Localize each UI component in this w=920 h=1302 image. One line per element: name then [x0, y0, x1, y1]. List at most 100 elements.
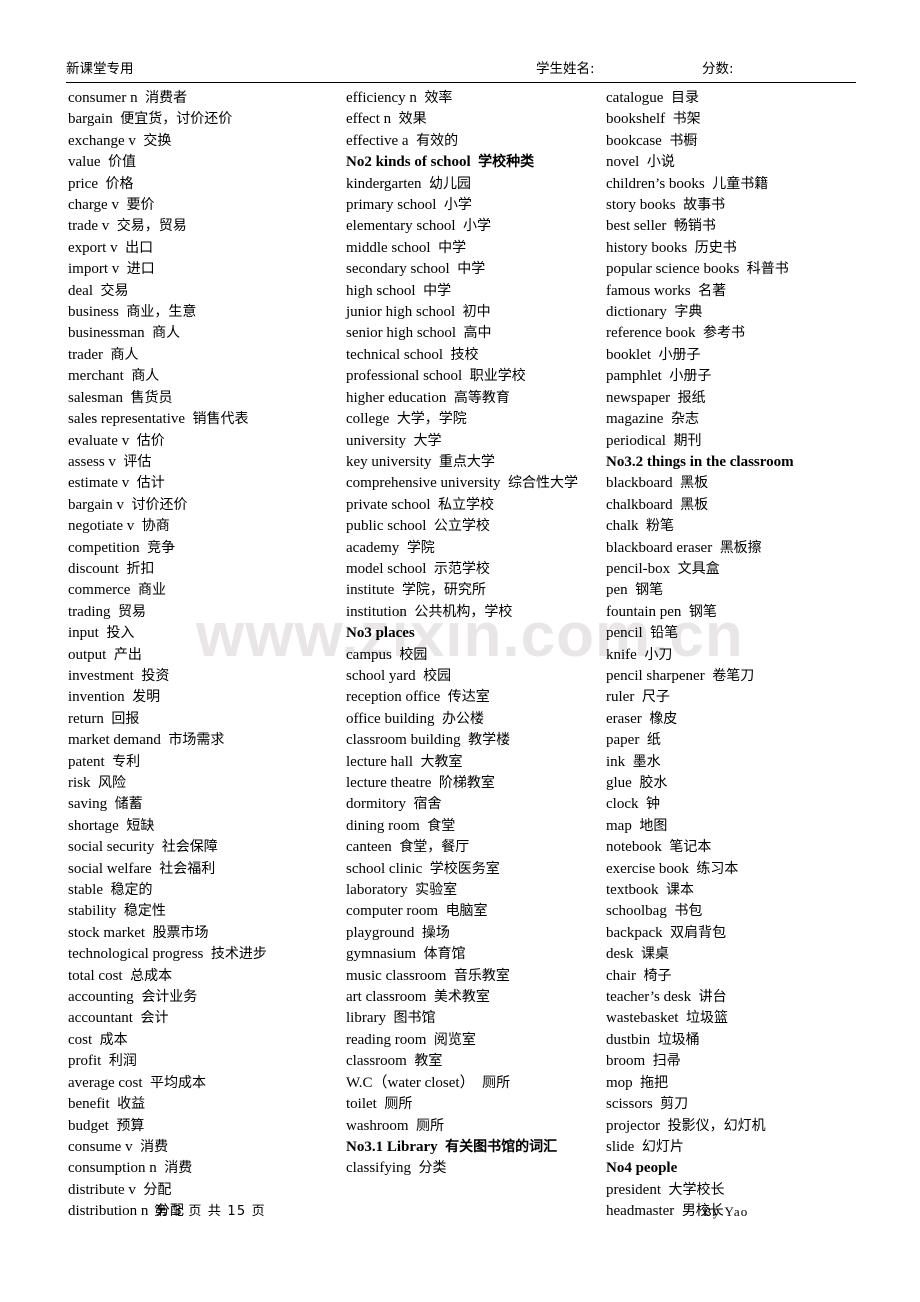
vocabulary-entry: library 图书馆 — [346, 1008, 598, 1029]
entry-chinese: 校园 — [423, 667, 452, 684]
entry-chinese: 讲台 — [698, 989, 727, 1006]
entry-english: No3.1 Library — [346, 1138, 438, 1155]
vocabulary-entry: trading 贸易 — [68, 602, 330, 623]
entry-english: blackboard eraser — [606, 539, 713, 556]
entry-chinese: 杂志 — [670, 411, 699, 428]
entry-gap — [134, 518, 142, 534]
vocabulary-entry: return 回报 — [68, 709, 330, 730]
vocabulary-entry: clock 钟 — [606, 794, 876, 815]
entry-english: clock — [606, 796, 639, 813]
entry-chinese: 食堂 — [427, 817, 456, 834]
entry-english: benefit — [68, 1096, 110, 1113]
entry-gap — [676, 197, 684, 213]
vocabulary-entry: scissors 剪刀 — [606, 1094, 876, 1115]
entry-chinese: 幼儿园 — [429, 175, 472, 192]
entry-gap — [426, 1032, 434, 1048]
entry-chinese: 笔记本 — [669, 839, 712, 856]
entry-english: paper — [606, 732, 640, 749]
entry-english: shortage — [68, 817, 119, 834]
entry-chinese: 厕所 — [482, 1074, 511, 1091]
entry-chinese: 销售代表 — [192, 411, 249, 428]
entry-chinese: 社会保障 — [161, 839, 218, 856]
vocabulary-entry: laboratory 实验室 — [346, 880, 598, 901]
vocabulary-entry: dormitory 宿舍 — [346, 794, 598, 815]
entry-english: technological progress — [68, 946, 204, 963]
entry-chinese: 大学，学院 — [396, 411, 467, 428]
entry-gap — [634, 1139, 642, 1155]
entry-gap — [409, 133, 417, 149]
entry-chinese: 短缺 — [126, 817, 155, 834]
vocabulary-entry: consumer n 消费者 — [68, 88, 330, 109]
entry-chinese: 商人 — [131, 368, 160, 385]
vocabulary-entry: social security 社会保障 — [68, 837, 330, 858]
entry-chinese: 效率 — [424, 90, 453, 106]
vocabulary-entry: dining room 食堂 — [346, 816, 598, 837]
vocabulary-entry: toilet 厕所 — [346, 1094, 598, 1115]
entry-gap — [145, 925, 153, 941]
entry-chinese: 综合性大学 — [508, 475, 579, 492]
entry-english: campus — [346, 646, 392, 663]
entry-chinese: 阅览室 — [433, 1031, 476, 1048]
vocabulary-entry: knife 小刀 — [606, 645, 876, 666]
entry-chinese: 大学 — [413, 432, 442, 449]
entry-english: president — [606, 1181, 661, 1198]
vocabulary-entry: input 投入 — [68, 623, 330, 644]
vocabulary-entry: campus 校园 — [346, 645, 598, 666]
entry-gap — [116, 903, 124, 919]
vocabulary-entry: pen 钢笔 — [606, 580, 876, 601]
entry-english: kindergarten — [346, 175, 422, 192]
vocabulary-entry: president 大学校长 — [606, 1180, 876, 1201]
vocabulary-entry: academy 学院 — [346, 538, 598, 559]
entry-english: ink — [606, 753, 626, 770]
vocabulary-entry: reading room 阅览室 — [346, 1030, 598, 1051]
entry-gap — [681, 604, 689, 620]
entry-english: dormitory — [346, 796, 406, 813]
entry-english: model school — [346, 560, 427, 577]
entry-chinese: 投资 — [141, 667, 170, 684]
entry-english: price — [68, 175, 98, 192]
entry-chinese: 中学 — [457, 261, 486, 278]
entry-english: institution — [346, 603, 407, 620]
entry-chinese: 发明 — [132, 689, 161, 706]
vocabulary-entry: patent 专利 — [68, 752, 330, 773]
entry-gap — [426, 518, 434, 534]
vocabulary-entry: map 地图 — [606, 816, 876, 837]
vocabulary-entry: music classroom 音乐教室 — [346, 966, 598, 987]
vocabulary-entry: efficiency n 效率 — [346, 88, 598, 109]
entry-chinese: 会计业务 — [141, 989, 198, 1006]
vocabulary-entry: novel 小说 — [606, 152, 876, 173]
entry-chinese: 学院，研究所 — [401, 582, 486, 599]
vocabulary-entry: notebook 笔记本 — [606, 837, 876, 858]
vocabulary-entry: estimate v 估计 — [68, 473, 330, 494]
entry-english: newspaper — [606, 389, 671, 406]
entry-chinese: 垃圾桶 — [657, 1031, 700, 1048]
entry-chinese: 钢笔 — [688, 603, 717, 620]
entry-english: consumption n — [68, 1160, 157, 1177]
vocabulary-entry: No2 kinds of school 学校种类 — [346, 152, 598, 173]
entry-english: middle school — [346, 239, 431, 256]
entry-english: social security — [68, 839, 155, 856]
entry-english: classroom — [346, 1053, 407, 1070]
entry-english: risk — [68, 775, 91, 791]
vocabulary-entry: budget 预算 — [68, 1116, 330, 1137]
entry-chinese: 儿童书籍 — [712, 175, 769, 192]
entry-chinese: 校园 — [399, 646, 428, 663]
entry-english: input — [68, 625, 99, 642]
entry-chinese: 黑板擦 — [719, 539, 762, 556]
entry-english: bargain — [68, 111, 113, 128]
vocabulary-entry: institution 公共机构，学校 — [346, 602, 598, 623]
entry-english: bookshelf — [606, 111, 666, 128]
entry-english: deal — [68, 282, 93, 299]
entry-chinese: 练习本 — [696, 860, 739, 877]
vocabulary-entry: slide 幻灯片 — [606, 1137, 876, 1158]
vocabulary-entry: businessman 商人 — [68, 323, 330, 344]
vocabulary-entry: broom 扫帚 — [606, 1051, 876, 1072]
entry-gap — [739, 261, 747, 277]
entry-chinese: 分类 — [418, 1160, 447, 1177]
vocabulary-entry: canteen 食堂，餐厅 — [346, 837, 598, 858]
vocabulary-entry: W.C（water closet） 厕所 — [346, 1073, 598, 1094]
entry-gap — [663, 90, 671, 106]
entry-english: wastebasket — [606, 1010, 679, 1027]
vocabulary-entry: popular science books 科普书 — [606, 259, 876, 280]
entry-chinese: 会计 — [140, 1010, 169, 1027]
